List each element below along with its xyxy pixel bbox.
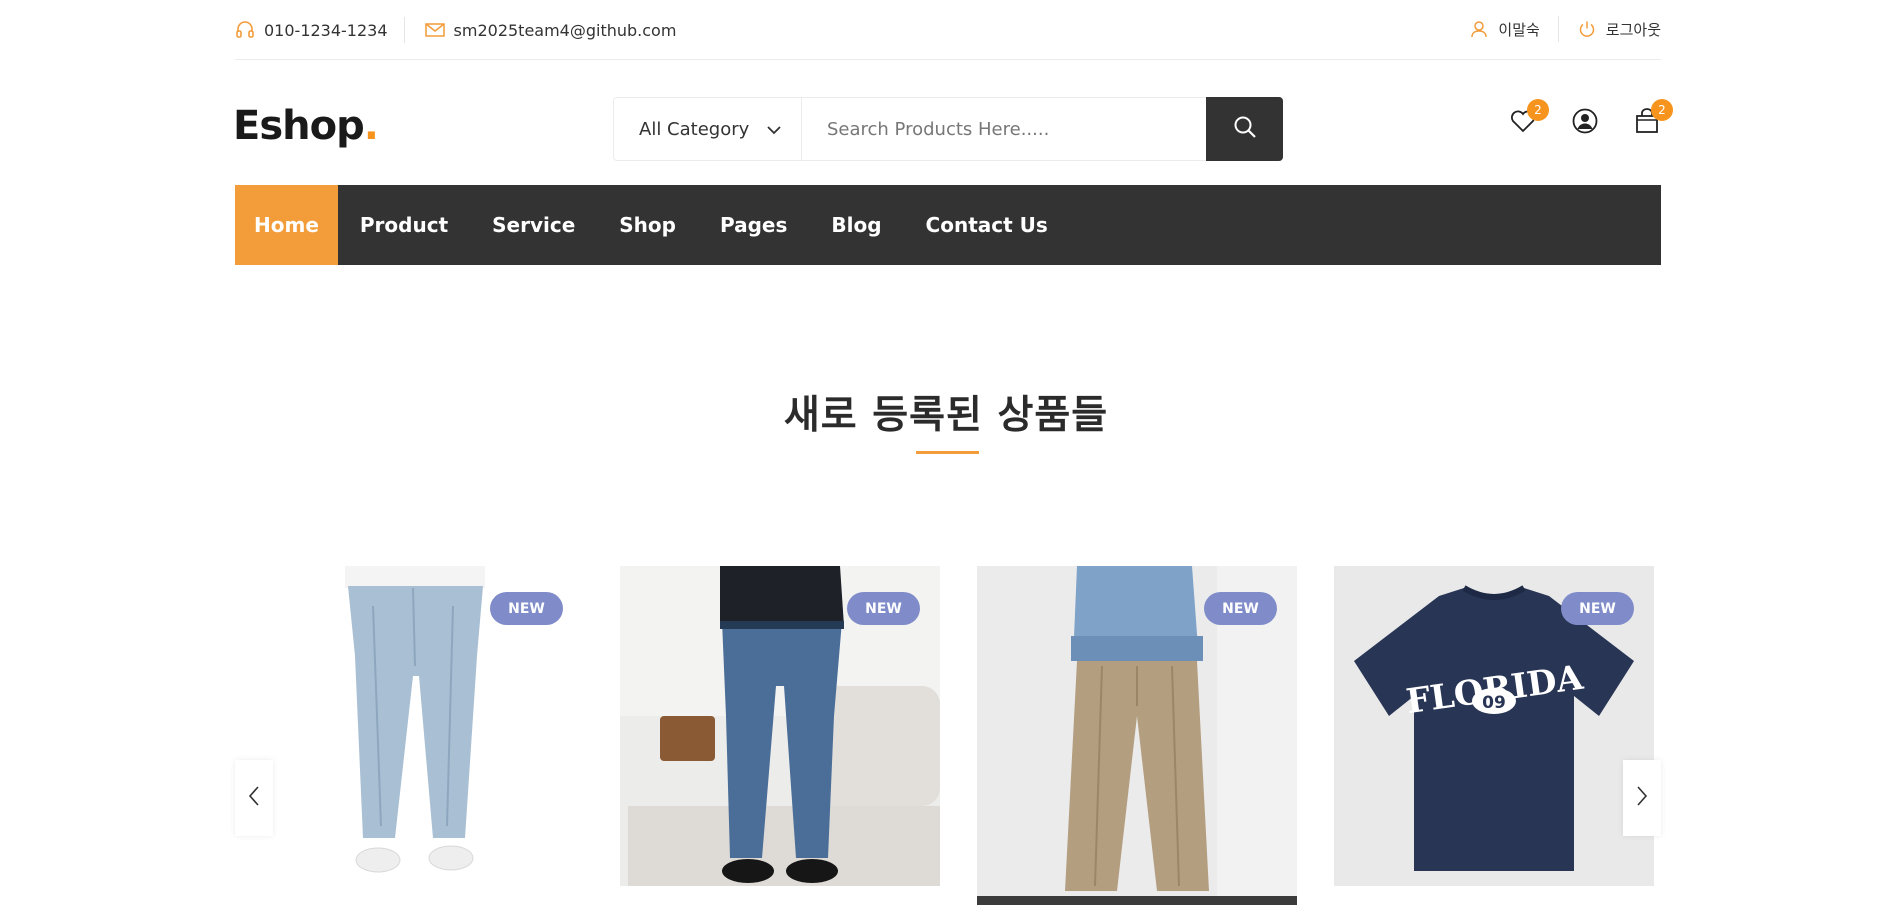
divider <box>403 17 405 43</box>
phone-contact[interactable]: 010-1234-1234 <box>235 20 388 40</box>
phone-number: 010-1234-1234 <box>264 20 388 40</box>
headset-icon <box>235 20 255 40</box>
title-underline <box>916 451 979 454</box>
product-card[interactable]: FLORIDA 09 NEW <box>1334 566 1654 886</box>
account-button[interactable] <box>1572 108 1598 138</box>
cart-button[interactable]: 2 <box>1634 99 1673 136</box>
wishlist-button[interactable]: 2 <box>1510 99 1549 136</box>
search-icon <box>1233 115 1257 143</box>
nav-item-shop[interactable]: Shop <box>597 185 698 265</box>
new-badge: NEW <box>1204 592 1277 625</box>
nav-item-blog[interactable]: Blog <box>809 185 903 265</box>
account-icon <box>1572 108 1598 138</box>
category-label: All Category <box>639 118 750 140</box>
nav-item-product[interactable]: Product <box>338 185 470 265</box>
search-button[interactable] <box>1206 97 1283 161</box>
main-nav: Home Product Service Shop Pages Blog Con… <box>235 185 1661 265</box>
power-icon <box>1577 19 1597 39</box>
carousel-next-button[interactable] <box>1623 760 1661 836</box>
user-name: 이말숙 <box>1498 20 1540 39</box>
product-card[interactable]: NEW <box>263 566 583 886</box>
header-icons: 2 2 <box>1510 99 1673 138</box>
logout-link[interactable]: 로그아웃 <box>1577 19 1661 40</box>
category-select[interactable]: All Category <box>614 98 802 160</box>
search-input[interactable] <box>802 98 1206 160</box>
email-contact[interactable]: sm2025team4@github.com <box>424 20 677 40</box>
carousel-prev-button[interactable] <box>235 760 273 836</box>
product-card[interactable]: NEW <box>620 566 940 886</box>
nav-item-pages[interactable]: Pages <box>698 185 809 265</box>
search-bar: All Category <box>613 97 1283 161</box>
nav-item-service[interactable]: Service <box>470 185 597 265</box>
new-badge: NEW <box>490 592 563 625</box>
divider <box>1557 16 1559 42</box>
mail-icon <box>424 20 445 40</box>
tshirt-print-number: 09 <box>1482 693 1506 713</box>
logo-text: Eshop <box>233 103 365 149</box>
email-address: sm2025team4@github.com <box>453 20 677 40</box>
site-logo[interactable]: Eshop. <box>233 103 379 149</box>
chevron-down-icon <box>767 119 781 140</box>
logout-label: 로그아웃 <box>1605 20 1661 39</box>
chevron-left-icon <box>248 786 260 810</box>
nav-item-contact[interactable]: Contact Us <box>904 185 1070 265</box>
product-card[interactable]: NEW <box>977 566 1297 905</box>
section-title: 새로 등록된 상품들 <box>783 393 1109 438</box>
cart-count-badge: 2 <box>1651 99 1673 121</box>
chevron-right-icon <box>1636 786 1648 810</box>
nav-item-home[interactable]: Home <box>235 185 338 265</box>
user-account-link[interactable]: 이말숙 <box>1469 19 1540 40</box>
new-badge: NEW <box>1561 592 1634 625</box>
user-icon <box>1469 19 1489 39</box>
top-bar: 010-1234-1234 sm2025team4@github.com 이말숙… <box>235 0 1661 60</box>
new-badge: NEW <box>847 592 920 625</box>
logo-dot: . <box>363 103 379 149</box>
wishlist-count-badge: 2 <box>1527 99 1549 121</box>
